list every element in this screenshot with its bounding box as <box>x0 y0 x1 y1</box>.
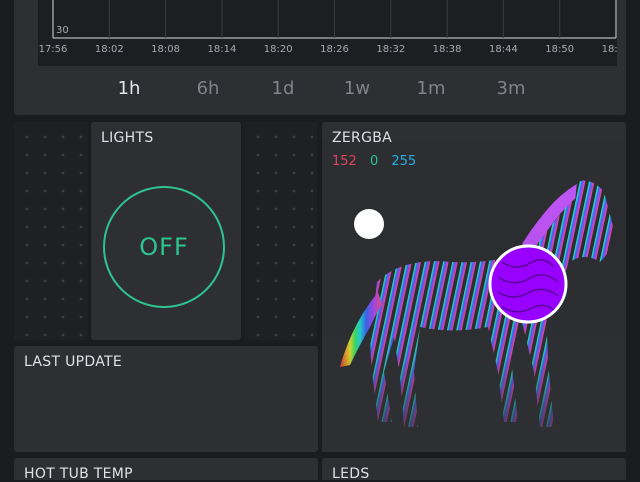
chart-plot-area: 17:56 18:02 18:08 18:14 18:20 18:26 18:32 18:38… <box>38 0 617 66</box>
x-tick-label: 18:14 <box>207 44 236 55</box>
lights-card: LIGHTS OFF <box>91 122 241 340</box>
empty-grid-left <box>14 122 88 340</box>
period-selector: 1h 6h 1d 1w 1m 3m <box>14 78 626 104</box>
lights-title: LIGHTS <box>101 130 154 146</box>
hot-tub-temp-card: HOT TUB TEMP <box>14 458 318 482</box>
leds-card: LEDS <box>322 458 626 482</box>
x-tick-label: 18:20 <box>264 44 293 55</box>
last-update-card: LAST UPDATE <box>14 346 318 452</box>
x-tick-label: 18:02 <box>95 44 124 55</box>
y-tick-label: 30 <box>56 25 69 36</box>
x-tick-label: 18:50 <box>545 44 574 55</box>
zebra-silhouette <box>322 122 626 452</box>
zergba-card: ZERGBA 152 0 255 <box>322 122 626 452</box>
last-update-title: LAST UPDATE <box>24 354 122 370</box>
x-tick-label: 18:44 <box>489 44 518 55</box>
lights-toggle-button[interactable]: OFF <box>103 186 225 308</box>
period-tab-3m[interactable]: 3m <box>497 78 526 99</box>
x-tick-label: 18:56 <box>602 44 617 55</box>
x-tick-label: 17:56 <box>39 44 68 55</box>
x-tick-label: 18:32 <box>376 44 405 55</box>
empty-grid-middle <box>245 122 317 340</box>
period-tab-1w[interactable]: 1w <box>344 78 370 99</box>
brightness-knob[interactable] <box>354 209 384 239</box>
history-chart-card: 17:56 18:02 18:08 18:14 18:20 18:26 18:32 18:38… <box>14 0 626 115</box>
lights-state-label: OFF <box>139 233 189 261</box>
period-tab-1d[interactable]: 1d <box>272 78 295 99</box>
zebra-color-picker[interactable] <box>322 122 626 452</box>
color-selector-knob[interactable] <box>488 244 568 324</box>
period-tab-1h[interactable]: 1h <box>118 78 141 99</box>
period-tab-1m[interactable]: 1m <box>417 78 446 99</box>
history-chart: 17:56 18:02 18:08 18:14 18:20 18:26 18:32 18:38… <box>39 0 617 55</box>
period-tab-6h[interactable]: 6h <box>197 78 220 99</box>
x-tick-label: 18:08 <box>151 44 180 55</box>
x-tick-label: 18:26 <box>320 44 349 55</box>
x-tick-label: 18:38 <box>433 44 462 55</box>
